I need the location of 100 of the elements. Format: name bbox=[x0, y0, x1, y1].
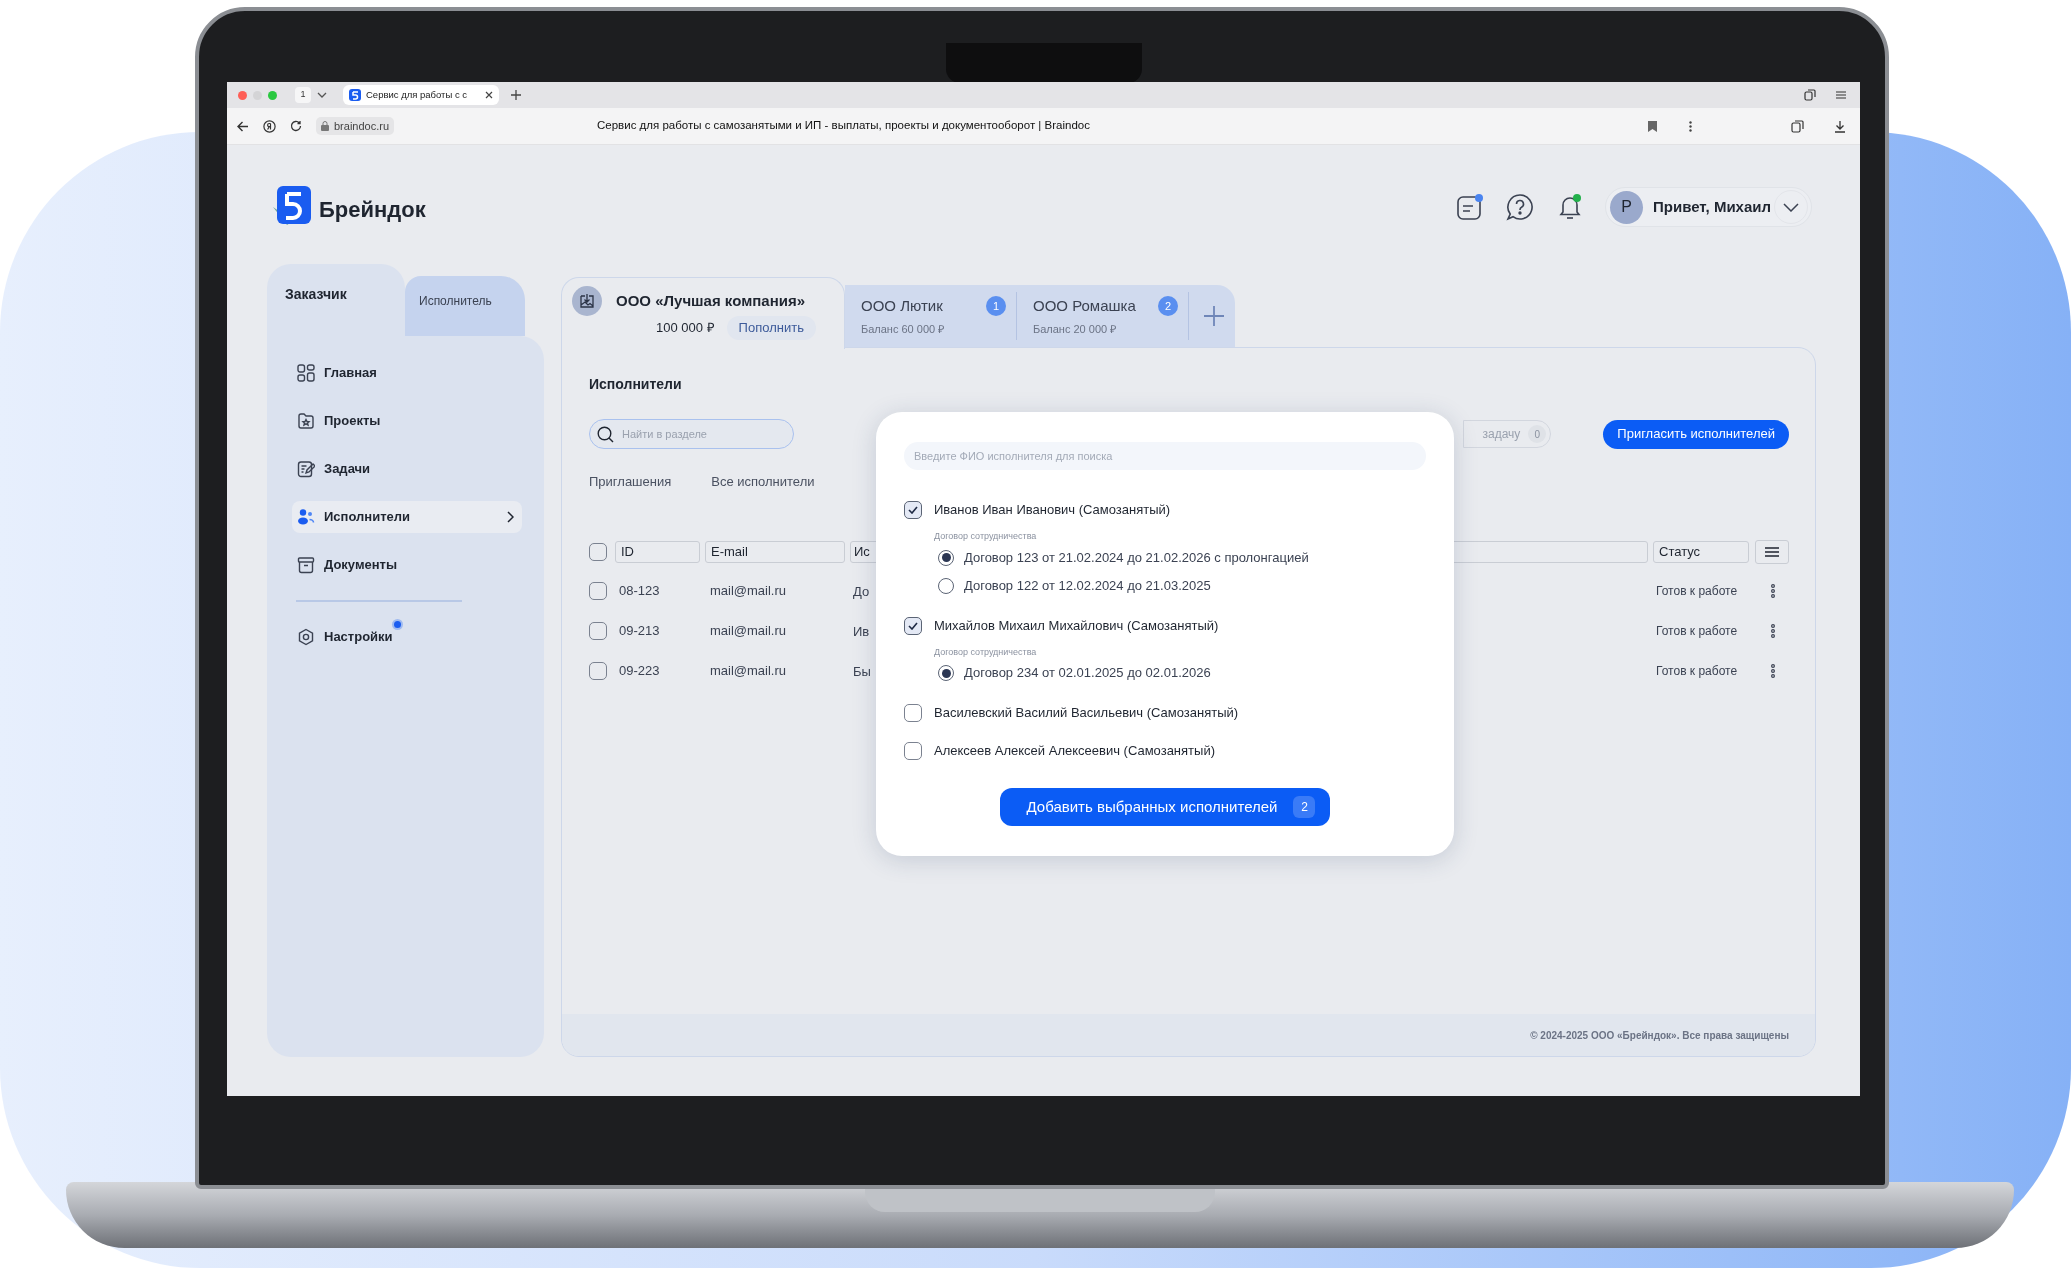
plus-icon[interactable] bbox=[511, 90, 521, 100]
add-selected-button[interactable]: Добавить выбранных исполнителей 2 bbox=[1000, 788, 1330, 826]
table-cell-text: mail@mail.ru bbox=[709, 662, 788, 681]
search-field[interactable]: Найти в разделе bbox=[589, 419, 794, 449]
check-icon bbox=[908, 621, 918, 630]
table-cell: Бы bbox=[853, 664, 871, 679]
contract-option: Договор 123 от 21.02.2024 до 21.02.2026 с пролонгацией bbox=[964, 547, 1309, 568]
status: Готов к работе bbox=[1655, 583, 1739, 600]
table-cell-text: 08-123 bbox=[618, 582, 661, 601]
columns-menu-button[interactable] bbox=[1755, 540, 1789, 564]
candidate-name: Иванов Иван Иванович (Самозанятый) bbox=[934, 501, 1171, 520]
status: Готов к работе bbox=[1655, 663, 1739, 680]
balance: 100 000 ₽ bbox=[656, 319, 715, 338]
archive-icon bbox=[297, 556, 315, 574]
kebab-icon[interactable] bbox=[1689, 120, 1692, 132]
chevron-right-icon bbox=[507, 511, 514, 523]
candidate-name: Алексеев Алексей Алексеевич (Самозанятый) bbox=[934, 742, 1215, 761]
settings-icon bbox=[297, 628, 315, 646]
tab-title: Сервис для работы с с bbox=[366, 87, 468, 102]
count-badge: 2 bbox=[1293, 796, 1316, 818]
kebab-icon[interactable] bbox=[1771, 624, 1775, 638]
role-tab[interactable]: Заказчик bbox=[267, 264, 405, 336]
checkbox[interactable] bbox=[904, 616, 922, 635]
row-checkbox[interactable] bbox=[589, 662, 607, 680]
column-header[interactable]: E-mail bbox=[705, 541, 845, 563]
kebab-icon[interactable] bbox=[1771, 584, 1775, 598]
count-badge: 1 bbox=[986, 296, 1006, 317]
table-cell-text: mail@mail.ru bbox=[709, 582, 788, 601]
reload-icon[interactable] bbox=[290, 120, 302, 132]
status: Готов к работе bbox=[1655, 623, 1739, 640]
tabs-icon[interactable] bbox=[1804, 89, 1816, 101]
bookmark-icon[interactable] bbox=[1648, 120, 1657, 132]
browser-tab[interactable]: Сервис для работы с с bbox=[343, 85, 499, 105]
logo-icon bbox=[271, 185, 313, 227]
tab-counter[interactable]: 1 bbox=[295, 87, 311, 103]
close-icon[interactable] bbox=[485, 91, 493, 99]
candidate-name: Василевский Василий Васильевич (Самозанятый) bbox=[934, 704, 1239, 723]
search-input[interactable]: Найти в разделе bbox=[622, 425, 772, 443]
sidebar-item[interactable]: Настройки bbox=[292, 621, 522, 653]
sidebar-item[interactable]: Проекты bbox=[292, 405, 522, 437]
contract-option: Договор 234 от 02.01.2025 до 02.01.2026 bbox=[964, 663, 1211, 683]
page-title: Сервис для работы с самозанятыми и ИП - выплаты, проекты и документооборот | Braindoc bbox=[597, 118, 1090, 134]
checkbox[interactable] bbox=[904, 742, 922, 760]
section-title: Исполнители bbox=[589, 375, 683, 393]
extensions-icon[interactable] bbox=[1791, 119, 1804, 133]
filter-tab[interactable]: Все исполнители bbox=[711, 472, 815, 492]
grid-icon bbox=[297, 364, 315, 382]
people-icon bbox=[297, 508, 315, 526]
logo-text: Брейндок bbox=[319, 196, 426, 224]
search-field[interactable]: Введите ФИО исполнителя для поиска bbox=[904, 442, 1426, 470]
download-icon[interactable] bbox=[1834, 119, 1846, 133]
invite-button[interactable]: Пригласить исполнителей bbox=[1603, 419, 1789, 449]
favicon-icon bbox=[349, 89, 361, 101]
copyright: © 2024-2025 ООО «Брейндок». Все права защищены bbox=[1530, 1028, 1789, 1043]
table-cell-text: mail@mail.ru bbox=[709, 622, 788, 641]
company-tab[interactable]: ООО Ромашка 2 Баланс 20 000 ₽ bbox=[1017, 292, 1189, 340]
top-up-button[interactable]: Пополнить bbox=[726, 316, 816, 340]
avatar: Р bbox=[1610, 190, 1643, 224]
count-badge: 2 bbox=[1158, 296, 1178, 317]
browser-logo-icon[interactable] bbox=[263, 119, 276, 133]
chevron-down-icon[interactable] bbox=[317, 91, 327, 99]
table-cell-text: 09-213 bbox=[618, 622, 661, 641]
sidebar-item[interactable]: Главная bbox=[292, 357, 522, 389]
column-header[interactable]: Статус bbox=[1653, 541, 1749, 563]
menu-icon bbox=[1765, 547, 1779, 557]
folder-icon bbox=[297, 412, 315, 430]
plus-icon[interactable] bbox=[1203, 305, 1225, 327]
check-icon bbox=[908, 506, 918, 514]
filter-tab[interactable]: Приглашения bbox=[589, 472, 672, 492]
user-menu[interactable]: Р Привет, Михаил bbox=[1605, 187, 1812, 227]
company-tab[interactable]: ООО «Лучшая компания» 100 000 ₽ Пополнить bbox=[561, 277, 845, 349]
sidebar-item[interactable]: Исполнители bbox=[292, 501, 522, 533]
table-cell: Ив bbox=[853, 624, 870, 639]
table-cell: До bbox=[853, 584, 870, 599]
row-checkbox[interactable] bbox=[589, 622, 607, 640]
download-image-icon bbox=[572, 286, 602, 316]
company-tab[interactable]: ООО Лютик 1 Баланс 60 000 ₽ bbox=[845, 292, 1017, 340]
kebab-icon[interactable] bbox=[1771, 664, 1775, 678]
table-cell-text: 09-223 bbox=[618, 662, 661, 681]
menu-icon[interactable] bbox=[1836, 91, 1846, 99]
contract-label: Договор сотрудничества bbox=[934, 645, 1038, 659]
greeting: Привет, Михаил bbox=[1653, 196, 1772, 217]
role-tab[interactable]: Исполнитель bbox=[405, 276, 525, 336]
messages-icon[interactable] bbox=[1455, 192, 1485, 222]
checkbox[interactable] bbox=[904, 501, 922, 519]
contract-label: Договор сотрудничества bbox=[934, 530, 1038, 543]
help-icon[interactable] bbox=[1505, 192, 1535, 222]
sidebar-item[interactable]: Документы bbox=[292, 549, 522, 581]
edit-note-icon bbox=[297, 460, 315, 478]
column-header[interactable]: ID bbox=[615, 541, 700, 563]
sidebar-item[interactable]: Задачи bbox=[292, 453, 522, 485]
count-badge: 0 bbox=[1528, 425, 1547, 443]
select-all-checkbox[interactable] bbox=[589, 543, 607, 561]
candidate-name: Михайлов Михаил Михайлович (Самозанятый) bbox=[934, 616, 1219, 635]
contract-option: Договор 122 от 12.02.2024 до 21.03.2025 bbox=[964, 575, 1211, 596]
checkbox[interactable] bbox=[904, 704, 922, 722]
row-checkbox[interactable] bbox=[589, 582, 607, 600]
address-field[interactable]: braindoc.ru bbox=[316, 117, 395, 135]
search-icon bbox=[597, 425, 614, 443]
back-arrow-icon[interactable] bbox=[237, 120, 249, 132]
